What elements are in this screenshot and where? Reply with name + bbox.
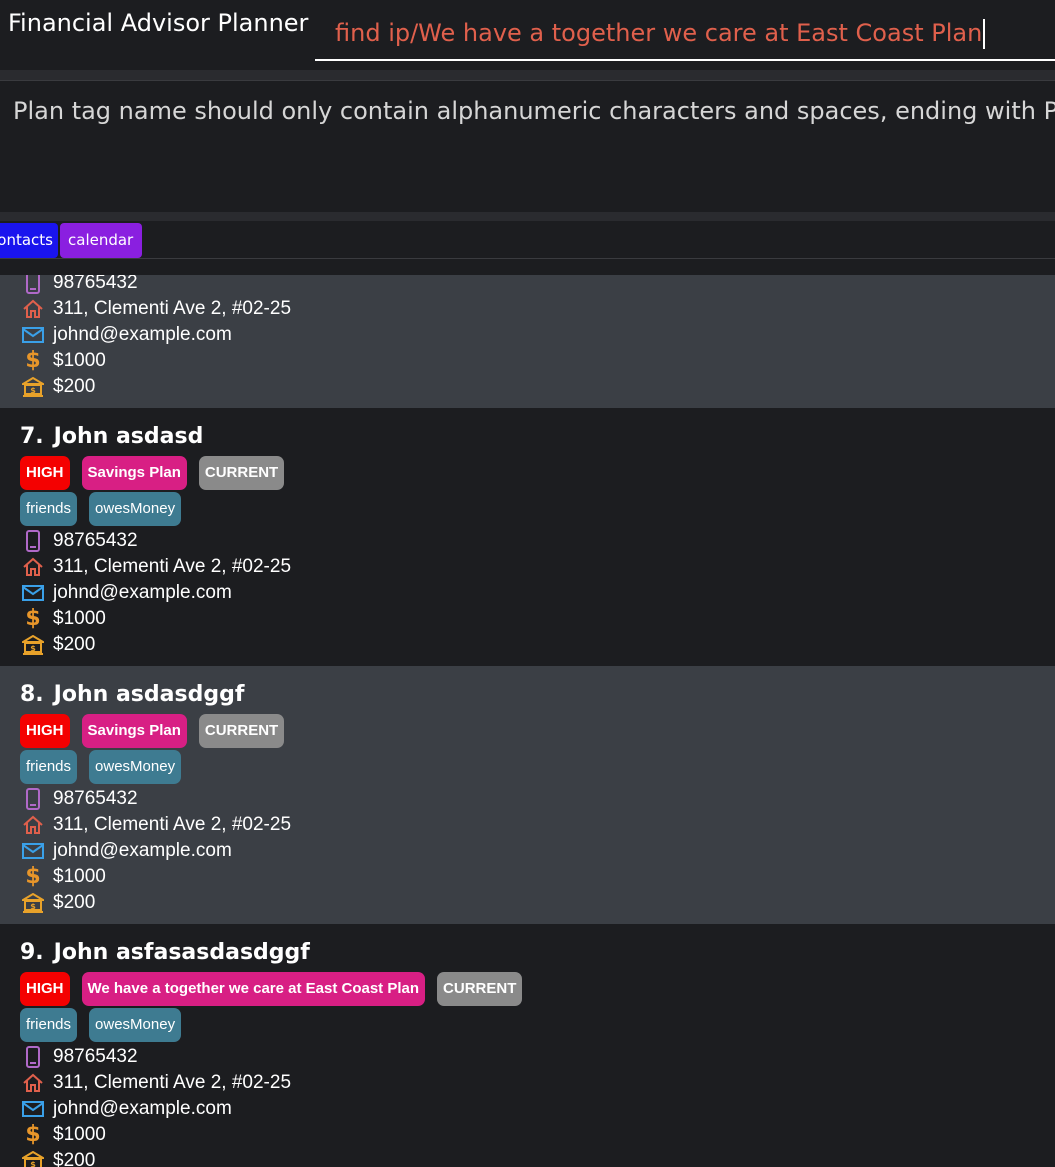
email-field: johnd@example.com (22, 838, 232, 864)
command-input[interactable]: find ip/We have a together we care at Ea… (335, 17, 986, 49)
bank-icon: $ (22, 892, 44, 914)
tag-list: friends owesMoney (20, 750, 182, 784)
dollar-icon: $ (25, 1122, 41, 1147)
tag-list: friends owesMoney (20, 1008, 182, 1042)
person-card[interactable]: 8. John asdasdggf HIGH Savings Plan CURRE… (0, 666, 1055, 924)
plan-tag: We have a together we care at East Coast… (81, 972, 426, 1006)
home-icon (22, 1072, 44, 1094)
result-display: Plan tag name should only contain alphan… (0, 80, 1055, 212)
phone-icon (22, 1046, 44, 1068)
status-tag: CURRENT (198, 714, 285, 748)
email-field: johnd@example.com (22, 1096, 232, 1122)
phone-icon (22, 788, 44, 810)
person-list[interactable]: 98765432 311, Clementi Ave 2, #02-25 joh… (0, 275, 1055, 1167)
income-field: $ $1000 (22, 1122, 106, 1148)
person-card[interactable]: 7. John asdasd HIGH Savings Plan CURRENT … (0, 408, 1055, 666)
priority-tag: HIGH (20, 972, 70, 1006)
dollar-icon: $ (25, 606, 41, 631)
tag: owesMoney (89, 1008, 182, 1042)
email-field: johnd@example.com (22, 580, 232, 606)
monthly-field: $ $200 (22, 890, 95, 916)
dollar-icon: $ (25, 864, 41, 889)
monthly-field: $ $200 (22, 1148, 95, 1167)
person-name: 9. John asfasasdasdggf (20, 940, 310, 965)
tab-contacts[interactable]: ontacts (0, 223, 58, 258)
tag: owesMoney (89, 750, 182, 784)
svg-text:$: $ (30, 644, 36, 653)
monthly-field: $ $200 (22, 632, 95, 658)
status-tags: HIGH Savings Plan CURRENT (20, 714, 285, 748)
svg-text:$: $ (30, 902, 36, 911)
svg-text:$: $ (30, 1160, 36, 1167)
income-field: $ $1000 (22, 348, 106, 374)
address-field: 311, Clementi Ave 2, #02-25 (22, 296, 291, 322)
plan-tag: Savings Plan (81, 456, 187, 490)
status-tag: CURRENT (437, 972, 523, 1006)
phone-field: 98765432 (22, 528, 138, 554)
status-tag: CURRENT (198, 456, 285, 490)
email-icon (22, 1098, 44, 1120)
income-field: $ $1000 (22, 864, 106, 890)
monthly-field: $ $200 (22, 374, 95, 400)
home-icon (22, 556, 44, 578)
address-field: 311, Clementi Ave 2, #02-25 (22, 812, 291, 838)
status-tags: HIGH Savings Plan CURRENT (20, 456, 285, 490)
phone-field: 98765432 (22, 275, 138, 296)
command-value[interactable]: find ip/We have a together we care at Ea… (335, 19, 982, 47)
app-title: Financial Advisor Planner (8, 9, 309, 37)
svg-text:$: $ (30, 386, 36, 395)
divider (0, 212, 1055, 221)
income-field: $ $1000 (22, 606, 106, 632)
person-name: 7. John asdasd (20, 424, 204, 449)
result-message: Plan tag name should only contain alphan… (13, 97, 1055, 125)
person-card[interactable]: 98765432 311, Clementi Ave 2, #02-25 joh… (0, 275, 1055, 408)
home-icon (22, 298, 44, 320)
phone-icon (22, 275, 44, 294)
phone-field: 98765432 (22, 786, 138, 812)
tab-bar: ontacts calendar (0, 221, 1055, 259)
bank-icon: $ (22, 376, 44, 398)
address-field: 311, Clementi Ave 2, #02-25 (22, 554, 291, 580)
person-card[interactable]: 9. John asfasasdasdggf HIGH We have a tog… (0, 924, 1055, 1167)
phone-icon (22, 530, 44, 552)
person-name: 8. John asdasdggf (20, 682, 245, 707)
tag: friends (20, 492, 78, 526)
priority-tag: HIGH (20, 714, 70, 748)
phone-field: 98765432 (22, 1044, 138, 1070)
tag-list: friends owesMoney (20, 492, 182, 526)
bank-icon: $ (22, 1150, 44, 1167)
priority-tag: HIGH (20, 456, 70, 490)
text-caret (983, 19, 986, 49)
email-icon (22, 324, 44, 346)
dollar-icon: $ (25, 348, 41, 373)
divider (0, 70, 1055, 80)
tag: friends (20, 750, 78, 784)
email-icon (22, 582, 44, 604)
tag: owesMoney (89, 492, 182, 526)
email-field: johnd@example.com (22, 322, 232, 348)
email-icon (22, 840, 44, 862)
top-bar: Financial Advisor Planner find ip/We hav… (0, 0, 1055, 70)
bank-icon: $ (22, 634, 44, 656)
command-box[interactable]: find ip/We have a together we care at Ea… (315, 3, 1055, 61)
address-field: 311, Clementi Ave 2, #02-25 (22, 1070, 291, 1096)
status-tags: HIGH We have a together we care at East … (20, 972, 523, 1006)
plan-tag: Savings Plan (81, 714, 187, 748)
tag: friends (20, 1008, 78, 1042)
home-icon (22, 814, 44, 836)
tab-calendar[interactable]: calendar (60, 223, 142, 258)
